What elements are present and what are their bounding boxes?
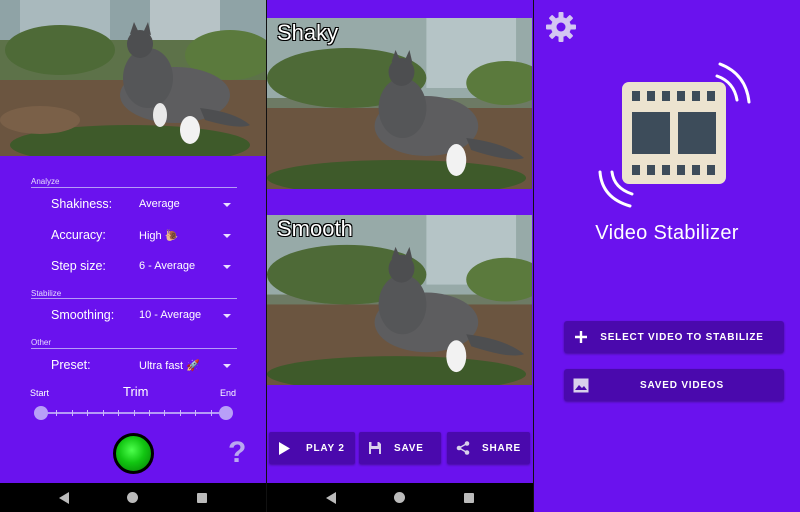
trim-end-label: End xyxy=(220,388,237,398)
home-screen: Video Stabilizer SELECT VIDEO TO STABILI… xyxy=(534,0,800,512)
smoothing-label: Smoothing: xyxy=(51,308,115,322)
saved-videos-label: SAVED VIDEOS xyxy=(640,379,724,391)
play-button-label: PLAY 2 xyxy=(306,442,345,454)
step-size-label: Step size: xyxy=(51,259,106,273)
system-nav-bar xyxy=(534,483,800,512)
slider-tick xyxy=(56,410,58,416)
system-nav-bar xyxy=(0,483,266,512)
chevron-down-icon xyxy=(223,364,231,368)
settings-screen: Analyze Shakiness: Average Accuracy: Hig… xyxy=(0,0,266,512)
share-button[interactable]: SHARE xyxy=(447,432,530,464)
home-icon[interactable] xyxy=(394,492,406,503)
other-section-title: Other xyxy=(31,338,52,347)
trim-start-handle[interactable] xyxy=(34,406,48,420)
shakiness-label: Shakiness: xyxy=(51,197,113,211)
slider-tick xyxy=(102,410,104,416)
film-strip-icon xyxy=(596,60,756,210)
chevron-down-icon xyxy=(223,203,231,207)
slider-tick xyxy=(87,410,89,416)
trim-title: Trim xyxy=(123,384,149,399)
trim-start-label: Start xyxy=(30,388,50,398)
back-icon[interactable] xyxy=(326,491,337,504)
accuracy-dropdown[interactable]: High 🐌 xyxy=(139,229,234,242)
saved-videos-button[interactable]: SAVED VIDEOS xyxy=(564,369,784,401)
save-button-label: SAVE xyxy=(394,442,424,454)
recents-icon[interactable] xyxy=(463,492,474,503)
play-button[interactable]: PLAY 2 xyxy=(269,432,355,464)
back-icon[interactable] xyxy=(59,491,70,504)
share-icon xyxy=(456,441,470,455)
section-divider xyxy=(31,348,237,349)
slider-tick xyxy=(210,410,212,416)
preset-label: Preset: xyxy=(51,358,91,372)
start-stabilize-button[interactable] xyxy=(113,433,154,474)
stabilize-section-title: Stabilize xyxy=(31,289,62,298)
accuracy-label: Accuracy: xyxy=(51,228,106,242)
share-button-label: SHARE xyxy=(482,442,522,454)
slider-tick xyxy=(118,410,120,416)
save-button[interactable]: SAVE xyxy=(359,432,441,464)
app-title: Video Stabilizer xyxy=(595,222,739,244)
shakiness-dropdown[interactable]: Average xyxy=(139,198,234,210)
analyze-section-title: Analyze xyxy=(31,177,60,186)
smoothing-dropdown[interactable]: 10 - Average xyxy=(139,309,234,321)
preset-dropdown[interactable]: Ultra fast 🚀 xyxy=(139,359,234,372)
preview-screen: Shaky Smooth PLAY 2 SAVE SHARE xyxy=(267,0,533,512)
gear-icon[interactable] xyxy=(544,10,578,44)
floppy-icon xyxy=(368,441,382,455)
chevron-down-icon xyxy=(223,314,231,318)
smooth-label: Smooth xyxy=(277,216,353,241)
section-divider xyxy=(31,187,237,188)
select-video-button[interactable]: SELECT VIDEO TO STABILIZE xyxy=(564,321,784,353)
image-icon xyxy=(566,378,596,393)
slider-tick xyxy=(164,410,166,416)
slider-tick xyxy=(133,410,135,416)
slider-tick xyxy=(179,410,181,416)
shaky-label: Shaky xyxy=(277,20,339,45)
step-size-dropdown[interactable]: 6 - Average xyxy=(139,260,234,272)
chevron-down-icon xyxy=(223,265,231,269)
section-divider xyxy=(31,298,237,299)
help-button[interactable]: ? xyxy=(228,436,246,470)
plus-icon xyxy=(566,330,596,344)
chevron-down-icon xyxy=(223,234,231,238)
trim-end-handle[interactable] xyxy=(219,406,233,420)
video-preview-image xyxy=(0,0,266,156)
home-icon[interactable] xyxy=(127,492,139,503)
recents-icon[interactable] xyxy=(196,492,207,503)
slider-tick xyxy=(71,410,73,416)
slider-tick xyxy=(195,410,197,416)
select-video-label: SELECT VIDEO TO STABILIZE xyxy=(600,331,764,343)
play-icon xyxy=(278,441,290,455)
slider-tick xyxy=(148,410,150,416)
system-nav-bar xyxy=(267,483,533,512)
